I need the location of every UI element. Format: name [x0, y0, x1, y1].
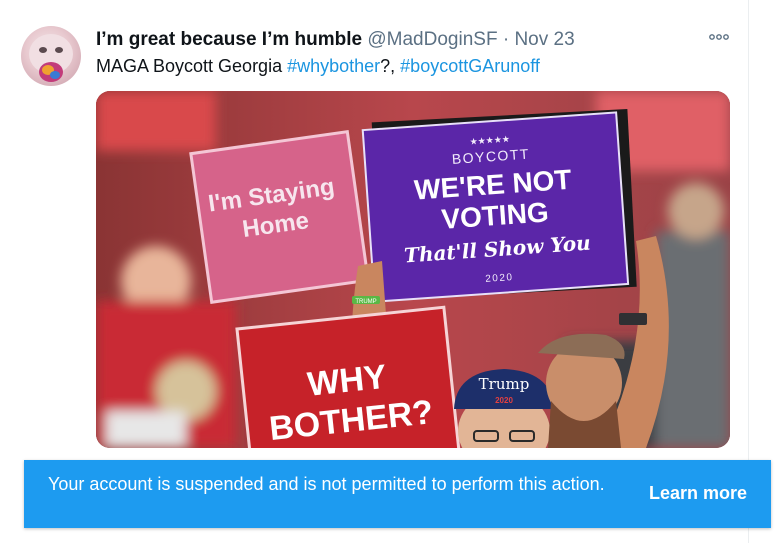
svg-text:Trump: Trump — [479, 375, 530, 393]
cat-avatar-image — [29, 34, 73, 82]
suspended-account-banner: Your account is suspended and is not per… — [24, 460, 771, 528]
separator: · — [502, 29, 510, 50]
tweet-text-mid: ?, — [380, 56, 401, 76]
display-name[interactable]: I’m great because I’m humble — [96, 29, 362, 50]
tweet-date[interactable]: Nov 23 — [514, 29, 574, 50]
red-sign: WHY BOTHER? — [235, 305, 462, 448]
tweet-text: MAGA Boycott Georgia #whybother?, #boyco… — [96, 56, 540, 77]
purple-sign: ★★★★★ BOYCOTT WE'RE NOT VOTING That'll S… — [361, 111, 630, 303]
more-horizontal-icon[interactable] — [707, 30, 731, 44]
hashtag-boycottgarunoff[interactable]: #boycottGArunoff — [400, 56, 540, 76]
tweet-header: I’m great because I’m humble @MadDoginSF… — [96, 29, 575, 51]
tweet-photo[interactable]: I'm Staying Home ★★★★★ BOYCOTT WE'RE NOT… — [96, 91, 730, 448]
svg-text:2020: 2020 — [495, 396, 513, 405]
avatar[interactable] — [21, 26, 81, 86]
banner-message: Your account is suspended and is not per… — [48, 474, 605, 494]
tweet[interactable]: I’m great because I’m humble @MadDoginSF… — [0, 0, 777, 543]
svg-text:TRUMP: TRUMP — [355, 299, 376, 305]
pink-sign: I'm Staying Home — [189, 130, 370, 304]
hashtag-whybother[interactable]: #whybother — [287, 56, 380, 76]
rally-photo: I'm Staying Home ★★★★★ BOYCOTT WE'RE NOT… — [96, 91, 730, 448]
svg-text:2020: 2020 — [485, 272, 514, 285]
user-handle[interactable]: @MadDoginSF — [367, 29, 497, 50]
tweet-text-prefix: MAGA Boycott Georgia — [96, 56, 288, 76]
learn-more-link[interactable]: Learn more — [649, 483, 747, 504]
